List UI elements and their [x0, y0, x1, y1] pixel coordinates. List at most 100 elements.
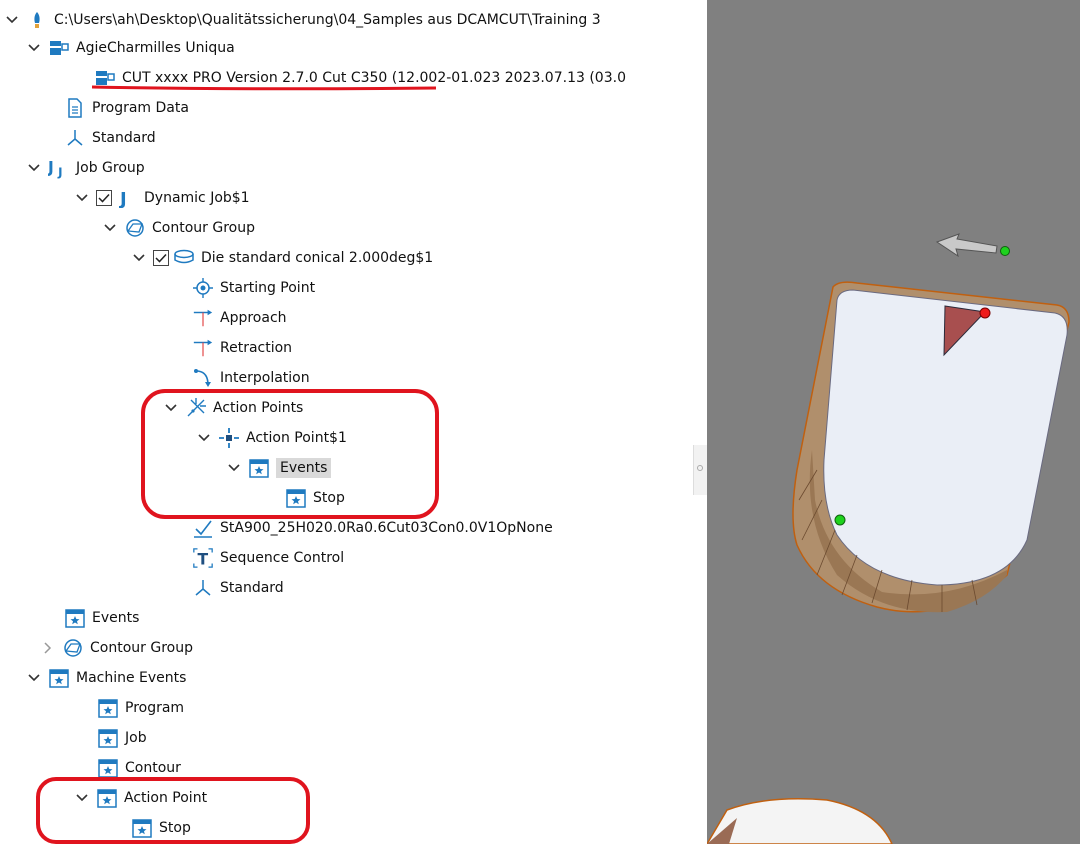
- tree-row-job-group[interactable]: JJ Job Group: [26, 153, 145, 183]
- calendar-event-icon: [248, 457, 270, 479]
- machine-icon: [94, 67, 116, 89]
- document-icon: [64, 97, 86, 119]
- job-group-label: Job Group: [76, 160, 145, 176]
- contour-group-icon: [124, 217, 146, 239]
- events-top-label: Events: [92, 610, 140, 626]
- tree-row-contour-group[interactable]: Contour Group: [102, 213, 255, 243]
- approach-label: Approach: [220, 310, 287, 326]
- retraction-icon: [192, 337, 214, 359]
- calendar-event-icon: [131, 817, 153, 839]
- tree-row-contour-group-2[interactable]: Contour Group: [40, 633, 193, 663]
- calendar-event-icon: [96, 787, 118, 809]
- chevron-down-icon[interactable]: [196, 423, 212, 453]
- tree-row-program-data[interactable]: Program Data: [64, 93, 189, 123]
- coordinate-system-icon: [64, 127, 86, 149]
- tree-row-stop[interactable]: Stop: [285, 483, 345, 513]
- action-point-icon: [218, 427, 240, 449]
- sequence-control-label: Sequence Control: [220, 550, 345, 566]
- chevron-down-icon[interactable]: [26, 153, 42, 183]
- chevron-down-icon[interactable]: [163, 393, 179, 423]
- tree-row-events[interactable]: Events: [226, 453, 332, 483]
- interpolation-icon: [192, 367, 214, 389]
- tree-row-standard-2[interactable]: Standard: [192, 573, 284, 603]
- viewport-canvas[interactable]: [707, 0, 1080, 844]
- tree-row-retraction[interactable]: Retraction: [192, 333, 292, 363]
- sequence-control-icon: T: [192, 547, 214, 569]
- technology-label: StA900_25H020.0Ra0.6Cut03Con0.0V1OpNone: [220, 520, 553, 536]
- events-label: Events: [276, 458, 332, 478]
- calendar-event-icon: [48, 667, 70, 689]
- tree-row-technology[interactable]: StA900_25H020.0Ra0.6Cut03Con0.0V1OpNone: [192, 513, 553, 543]
- tree-row-interpolation[interactable]: Interpolation: [192, 363, 310, 393]
- tree-row-program[interactable]: Program: [97, 693, 184, 723]
- contour-label: Contour: [125, 760, 181, 776]
- checkbox-checked[interactable]: [96, 190, 112, 206]
- starting-point-label: Starting Point: [220, 280, 316, 296]
- contour-group-icon: [62, 637, 84, 659]
- tree-row-job[interactable]: Job: [97, 723, 147, 753]
- part-model: [792, 281, 1070, 613]
- tree-row-version[interactable]: CUT xxxx PRO Version 2.7.0 Cut C350 (12.…: [94, 63, 626, 93]
- tree-row-action-point[interactable]: Action Point: [74, 783, 207, 813]
- approach-icon: [192, 307, 214, 329]
- action-point-label: Action Point: [124, 790, 208, 806]
- tree-row-action-points[interactable]: Action Points: [163, 393, 303, 423]
- 3d-viewport[interactable]: [707, 0, 1080, 844]
- job-group-icon: JJ: [48, 157, 70, 179]
- action-point-1-label: Action Point$1: [246, 430, 347, 446]
- chevron-down-icon[interactable]: [131, 243, 147, 273]
- technology-icon: [192, 517, 214, 539]
- tree-row-events-top[interactable]: Events: [64, 603, 139, 633]
- svg-text:J: J: [48, 159, 54, 177]
- tree-row-stop-2[interactable]: Stop: [131, 813, 191, 843]
- standard-2-label: Standard: [220, 580, 284, 596]
- dynamic-job-label: Dynamic Job$1: [144, 190, 250, 206]
- rocket-icon: [26, 9, 48, 31]
- tree-row-machine[interactable]: AgieCharmilles Uniqua: [26, 33, 235, 63]
- splitter-handle-icon: [697, 465, 703, 471]
- machine-icon: [48, 37, 70, 59]
- program-data-label: Program Data: [92, 100, 189, 116]
- machine-events-label: Machine Events: [76, 670, 187, 686]
- svg-text:T: T: [198, 550, 209, 568]
- chevron-down-icon[interactable]: [26, 33, 42, 63]
- tree-row-dynamic-job[interactable]: J Dynamic Job$1: [74, 183, 250, 213]
- tree-row-action-point-1[interactable]: Action Point$1: [196, 423, 347, 453]
- contour-group-2-label: Contour Group: [90, 640, 193, 656]
- calendar-event-icon: [97, 757, 119, 779]
- contour-group-label: Contour Group: [152, 220, 255, 236]
- retraction-label: Retraction: [220, 340, 293, 356]
- die-conical-label: Die standard conical 2.000deg$1: [201, 250, 434, 266]
- root-path-label: C:\Users\ah\Desktop\Qualitätssicherung\0…: [54, 12, 601, 28]
- tree-row-die-conical[interactable]: Die standard conical 2.000deg$1: [131, 243, 433, 273]
- standard-label: Standard: [92, 130, 156, 146]
- tree-row-sequence-control[interactable]: T Sequence Control: [192, 543, 344, 573]
- tree-row-machine-events[interactable]: Machine Events: [26, 663, 186, 693]
- checkbox-checked[interactable]: [153, 250, 169, 266]
- chevron-right-icon[interactable]: [40, 633, 56, 663]
- tree-row-root[interactable]: C:\Users\ah\Desktop\Qualitätssicherung\0…: [4, 5, 601, 35]
- project-tree: C:\Users\ah\Desktop\Qualitätssicherung\0…: [0, 0, 693, 844]
- part-model-2: [707, 798, 893, 844]
- panel-splitter[interactable]: [693, 0, 708, 844]
- stop-label: Stop: [313, 490, 345, 506]
- tree-row-contour[interactable]: Contour: [97, 753, 181, 783]
- program-label: Program: [125, 700, 185, 716]
- chevron-down-icon[interactable]: [74, 183, 90, 213]
- chevron-down-icon[interactable]: [226, 453, 242, 483]
- tree-row-starting-point[interactable]: Starting Point: [192, 273, 315, 303]
- calendar-event-icon: [97, 727, 119, 749]
- chevron-down-icon[interactable]: [102, 213, 118, 243]
- tree-row-approach[interactable]: Approach: [192, 303, 287, 333]
- calendar-event-icon: [97, 697, 119, 719]
- chevron-down-icon[interactable]: [74, 783, 90, 813]
- chevron-down-icon[interactable]: [26, 663, 42, 693]
- job-label: Job: [125, 730, 147, 746]
- chevron-down-icon[interactable]: [4, 5, 20, 35]
- splitter-grip[interactable]: [693, 445, 708, 495]
- interpolation-label: Interpolation: [220, 370, 310, 386]
- starting-point-icon: [192, 277, 214, 299]
- job-icon: J: [116, 187, 138, 209]
- svg-text:J: J: [57, 165, 62, 179]
- tree-row-standard[interactable]: Standard: [64, 123, 156, 153]
